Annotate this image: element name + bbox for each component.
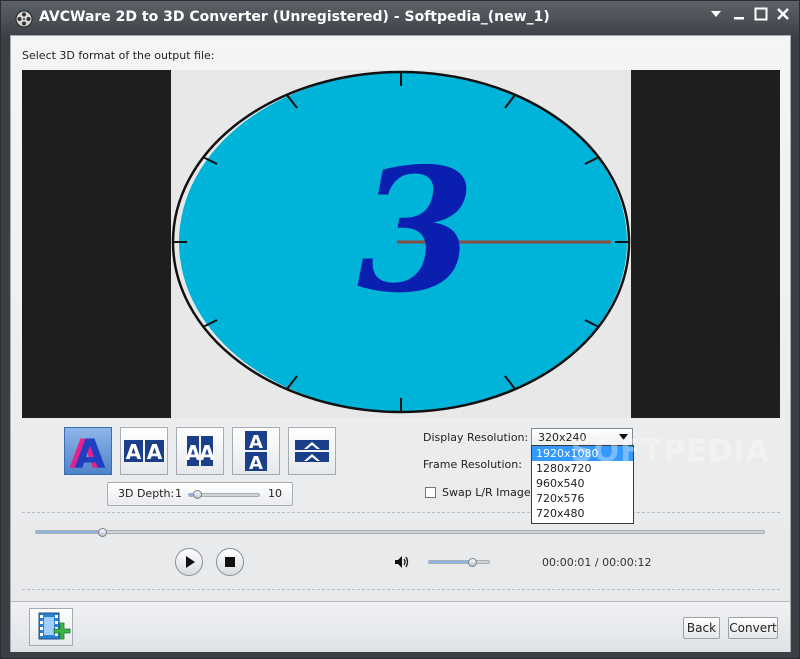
window-title: AVCWare 2D to 3D Converter (Unregistered… [39,9,550,25]
countdown-clock-image: 3 [171,70,631,414]
resolution-option[interactable]: 720x576 [532,491,633,506]
depth-min: 1 [175,487,182,500]
svg-text:A: A [126,440,142,464]
instruction-label: Select 3D format of the output file: [22,49,215,62]
softpedia-watermark: SOFTPEDIA [571,434,770,469]
swap-lr-label: Swap L/R Image [442,486,531,499]
seek-bar[interactable] [35,528,765,537]
play-icon [186,556,195,568]
svg-text:A: A [249,432,263,453]
volume-level [429,561,473,563]
countdown-numeral: 3 [357,131,475,331]
maximize-icon [754,7,768,21]
svg-text:A: A [147,440,163,464]
side-by-side-icon: A A [124,440,164,464]
depth-slider[interactable] [188,490,260,499]
format-anaglyph-button[interactable]: A A [64,427,112,478]
anaglyph-a-icon: A A [70,432,106,478]
preview-frame: 3 [171,70,631,418]
svg-text:A: A [249,453,263,474]
add-video-icon [38,612,71,640]
format-side-by-side-button[interactable]: A A [120,427,168,475]
frame-resolution-label: Frame Resolution: [423,458,522,471]
app-window: AVCWare 2D to 3D Converter (Unregistered… [0,0,800,659]
svg-text:A: A [199,441,215,465]
stop-button[interactable] [216,548,244,576]
volume-icon[interactable] [394,555,410,569]
depth-label: 3D Depth: [118,487,175,500]
maximize-button[interactable] [751,7,771,27]
stop-icon [225,557,235,567]
play-button[interactable] [175,548,203,576]
divider-bottom [22,589,780,590]
back-button[interactable]: Back [683,617,720,639]
playback-time: 00:00:01 / 00:00:12 [542,556,652,569]
menu-dropdown-button[interactable] [706,7,726,27]
main-panel: Select 3D format of the output file: 3 A… [10,35,791,652]
chevron-down-icon [711,11,721,17]
close-icon [777,8,789,20]
title-bar[interactable]: AVCWare 2D to 3D Converter (Unregistered… [1,1,799,35]
volume-slider[interactable] [428,558,490,567]
minimize-button[interactable] [729,7,749,27]
seek-progress [36,531,102,533]
volume-handle[interactable] [468,558,478,567]
half-side-by-side-icon: A A [185,436,215,466]
resolution-option[interactable]: 720x480 [532,506,633,521]
format-half-top-bottom-button[interactable] [288,427,336,475]
top-bottom-icon: A A [245,431,267,474]
divider-top [22,512,780,513]
convert-button[interactable]: Convert [728,617,778,639]
video-preview: 3 [22,70,780,418]
footer-bar: Back Convert [11,601,790,652]
resolution-option[interactable]: 960x540 [532,476,633,491]
depth-slider-handle[interactable] [193,490,202,499]
seek-handle[interactable] [97,528,107,537]
svg-text:A: A [75,432,106,474]
depth-max: 10 [268,487,282,500]
format-top-bottom-button[interactable]: A A [232,427,280,475]
display-resolution-label: Display Resolution: [423,431,529,444]
add-video-button[interactable] [29,608,73,646]
depth-panel: 3D Depth: 1 10 [107,482,293,506]
film-reel-icon [15,10,33,28]
half-top-bottom-icon [295,440,329,462]
close-button[interactable] [773,7,793,27]
swap-lr-checkbox[interactable] [425,487,436,498]
minimize-icon [734,17,744,20]
format-half-side-by-side-button[interactable]: A A [176,427,224,475]
